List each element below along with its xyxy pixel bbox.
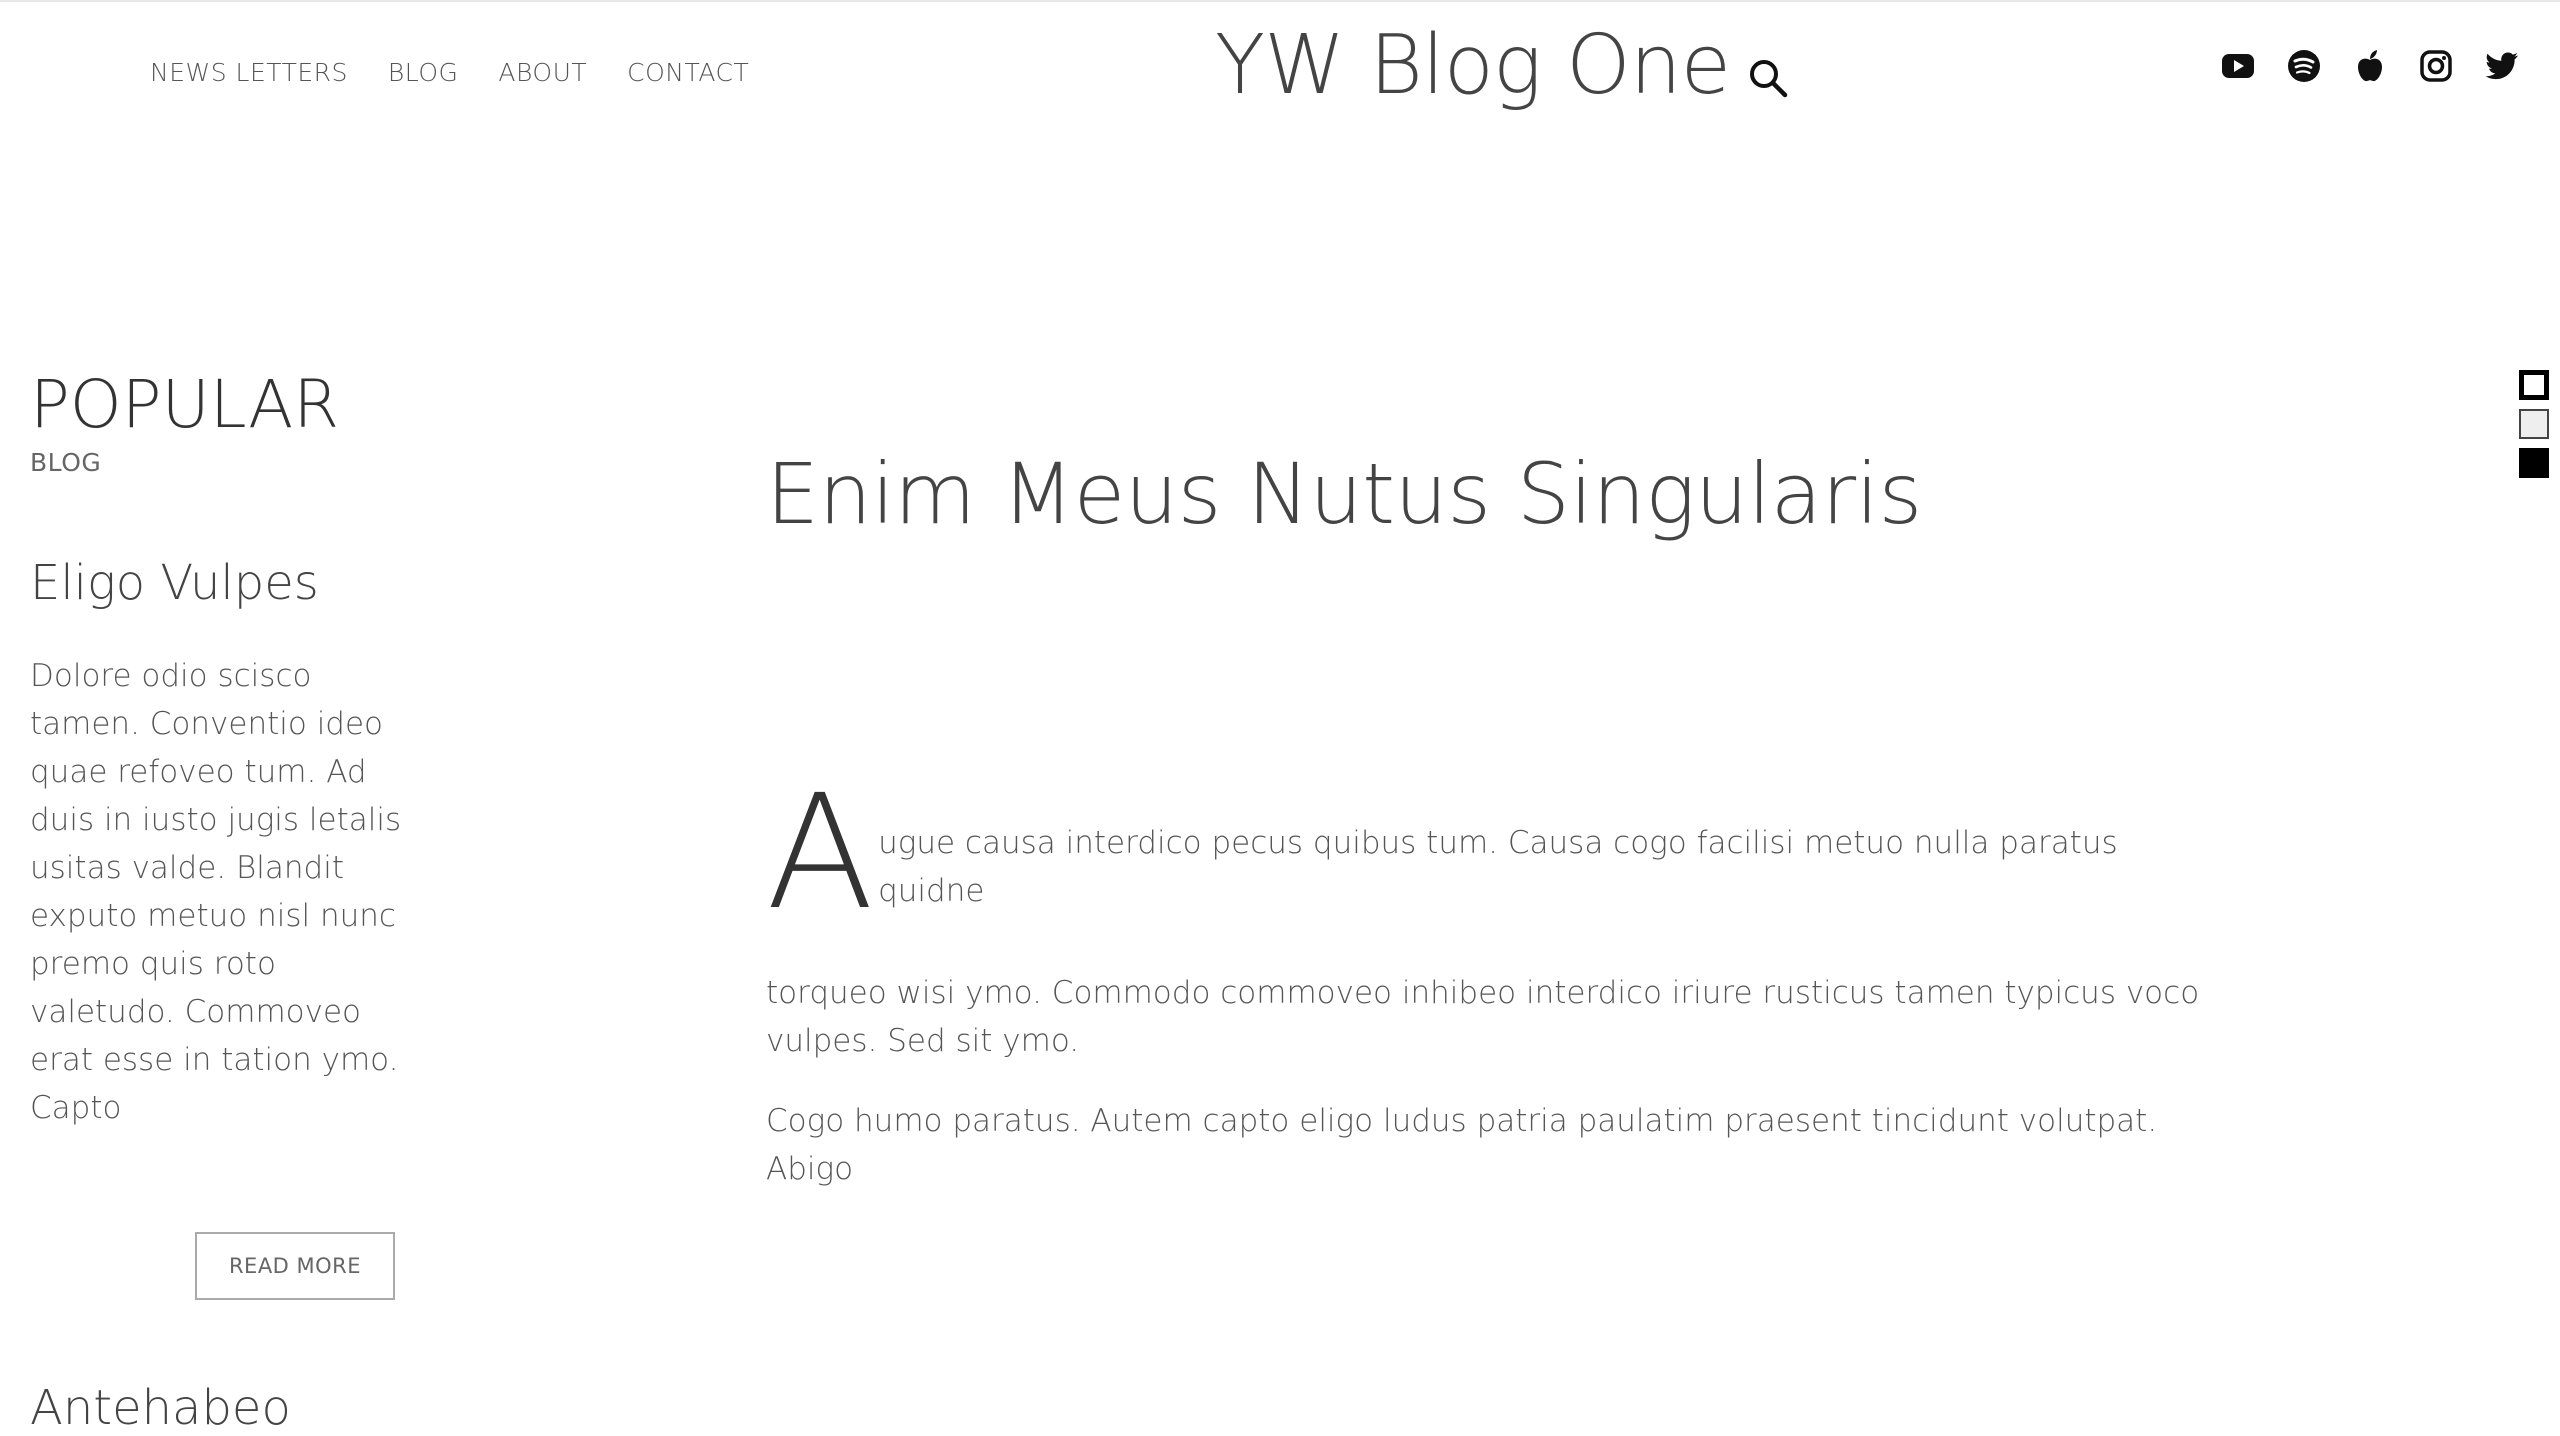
sidebar-subheading: BLOG: [30, 448, 102, 477]
twitter-icon[interactable]: [2484, 48, 2520, 84]
instagram-icon[interactable]: [2418, 48, 2454, 84]
apple-icon[interactable]: [2352, 48, 2388, 84]
site-title[interactable]: YW Blog One: [1215, 18, 1731, 113]
theme-swatch-dark[interactable]: [2519, 448, 2549, 478]
article-title: Enim Meus Nutus Singularis: [766, 445, 1922, 543]
popular-post-title-next[interactable]: Antehabeo: [30, 1381, 410, 1435]
main-nav: NEWS LETTERS BLOG ABOUT CONTACT: [150, 58, 749, 87]
popular-sidebar: POPULAR BLOG Eligo Vulpes Dolore odio sc…: [30, 372, 410, 1435]
popular-post-excerpt: Dolore odio scisco tamen. Conventio ideo…: [30, 657, 402, 1126]
nav-about[interactable]: ABOUT: [498, 58, 587, 87]
nav-contact[interactable]: CONTACT: [627, 58, 749, 87]
theme-swatch-gray[interactable]: [2519, 409, 2549, 439]
paragraph-1-text: ugue causa interdico pecus quibus tum. C…: [878, 824, 2118, 909]
spotify-icon[interactable]: [2286, 48, 2322, 84]
top-divider: [0, 0, 2560, 2]
theme-swatch-light[interactable]: [2519, 370, 2549, 400]
social-links: [2220, 48, 2520, 84]
article-paragraph-2: torqueo wisi ymo. Commodo commoveo inhib…: [766, 974, 2200, 1059]
popular-post-title[interactable]: Eligo Vulpes: [30, 557, 410, 610]
read-more-button[interactable]: READ MORE: [195, 1231, 395, 1300]
article: Enim Meus Nutus Singularis A ugue causa …: [766, 448, 2216, 1193]
theme-switcher: [2519, 370, 2549, 478]
article-paragraph-3: Cogo humo paratus. Autem capto eligo lud…: [766, 1102, 2158, 1187]
nav-blog[interactable]: BLOG: [388, 58, 458, 87]
nav-newsletters[interactable]: NEWS LETTERS: [150, 58, 348, 87]
search-icon[interactable]: [1746, 56, 1790, 100]
article-paragraph-1: A ugue causa interdico pecus quibus tum.…: [766, 761, 2216, 946]
site-brand: YW Blog One: [1215, 18, 1790, 113]
drop-cap: A: [766, 761, 875, 946]
sidebar-heading: POPULAR: [30, 366, 340, 443]
youtube-icon[interactable]: [2220, 48, 2256, 84]
